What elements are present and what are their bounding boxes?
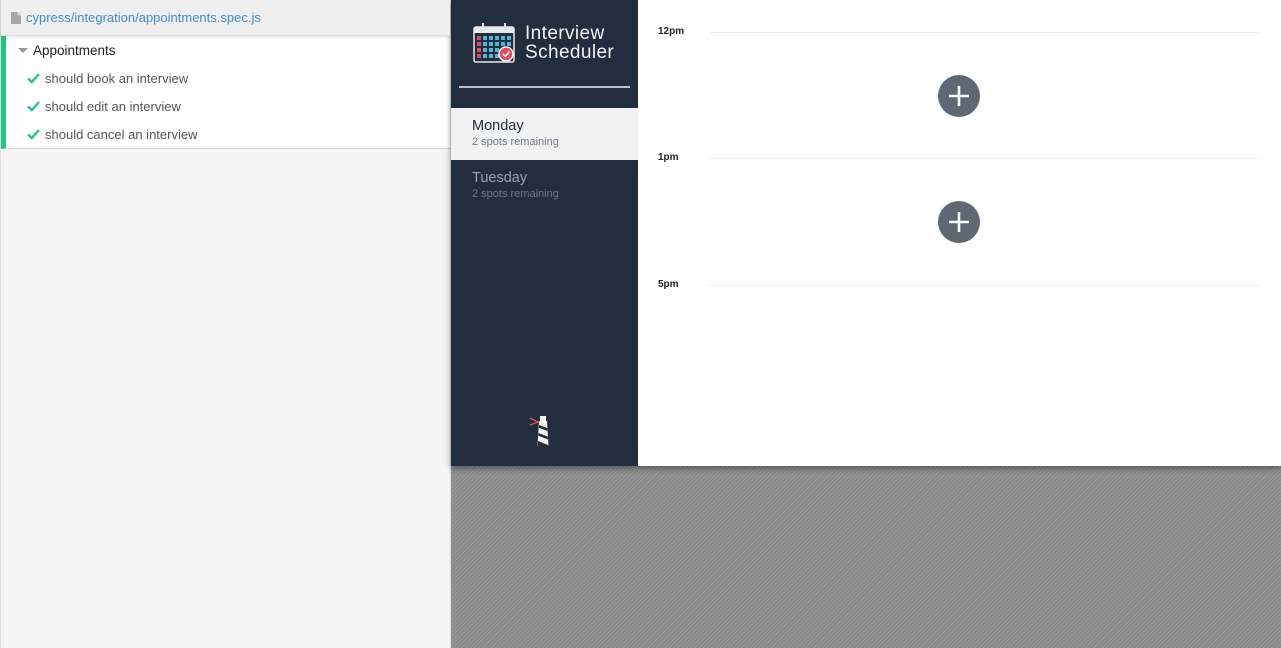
app-preview-area: Interview Scheduler Monday 2 spots remai… — [451, 0, 1281, 648]
test-label: should cancel an interview — [45, 126, 198, 142]
test-row[interactable]: should edit an interview — [6, 92, 450, 120]
slot-separator — [710, 32, 1261, 33]
brand-line-2: Scheduler — [525, 42, 615, 63]
appointment-slot: 1pm — [658, 133, 1261, 260]
spec-header: cypress/integration/appointments.spec.js — [1, 0, 450, 36]
slot-separator — [710, 285, 1261, 286]
app-frame: Interview Scheduler Monday 2 spots remai… — [451, 0, 1281, 466]
suite-title: Appointments — [33, 42, 116, 58]
check-icon — [27, 101, 40, 112]
add-appointment-button[interactable] — [938, 75, 980, 117]
test-label: should book an interview — [45, 70, 189, 86]
slot-time: 5pm — [658, 279, 679, 290]
brand: Interview Scheduler — [451, 0, 638, 86]
suite-title-row[interactable]: Appointments — [6, 36, 450, 64]
test-label: should edit an interview — [45, 98, 181, 114]
calendar-logo-icon — [473, 23, 515, 63]
slot-separator — [710, 158, 1261, 159]
schedule: 12pm 1pm 5pm — [638, 0, 1281, 466]
slot-time: 12pm — [658, 26, 685, 37]
test-row[interactable]: should book an interview — [6, 64, 450, 92]
day-spots: 2 spots remaining — [472, 188, 559, 200]
caret-down-icon[interactable] — [18, 47, 28, 53]
add-appointment-button[interactable] — [938, 201, 980, 243]
appointment-slot: 12pm — [658, 7, 1261, 134]
cypress-reporter: cypress/integration/appointments.spec.js… — [0, 0, 451, 648]
appointment-slot-last: 5pm — [658, 260, 1261, 387]
sidebar: Interview Scheduler Monday 2 spots remai… — [451, 0, 638, 466]
test-row[interactable]: should cancel an interview — [6, 120, 450, 148]
add-icon — [949, 212, 969, 232]
sidebar-divider — [459, 86, 630, 88]
day-name: Monday — [472, 118, 524, 134]
day-item-tuesday[interactable]: Tuesday 2 spots remaining — [451, 160, 638, 212]
file-icon — [11, 11, 21, 24]
day-item-monday[interactable]: Monday 2 spots remaining — [451, 108, 638, 160]
check-icon — [27, 73, 40, 84]
brand-line-1: Interview — [525, 23, 605, 44]
brand-title: Interview Scheduler — [525, 24, 614, 62]
test-suite: Appointments should book an interview sh… — [1, 36, 450, 149]
slot-time: 1pm — [658, 152, 679, 163]
lighthouse-icon — [529, 416, 549, 446]
day-spots: 2 spots remaining — [472, 136, 559, 148]
check-icon — [27, 129, 40, 140]
day-name: Tuesday — [472, 170, 528, 186]
add-icon — [949, 86, 969, 106]
spec-file-link[interactable]: cypress/integration/appointments.spec.js — [26, 10, 261, 25]
